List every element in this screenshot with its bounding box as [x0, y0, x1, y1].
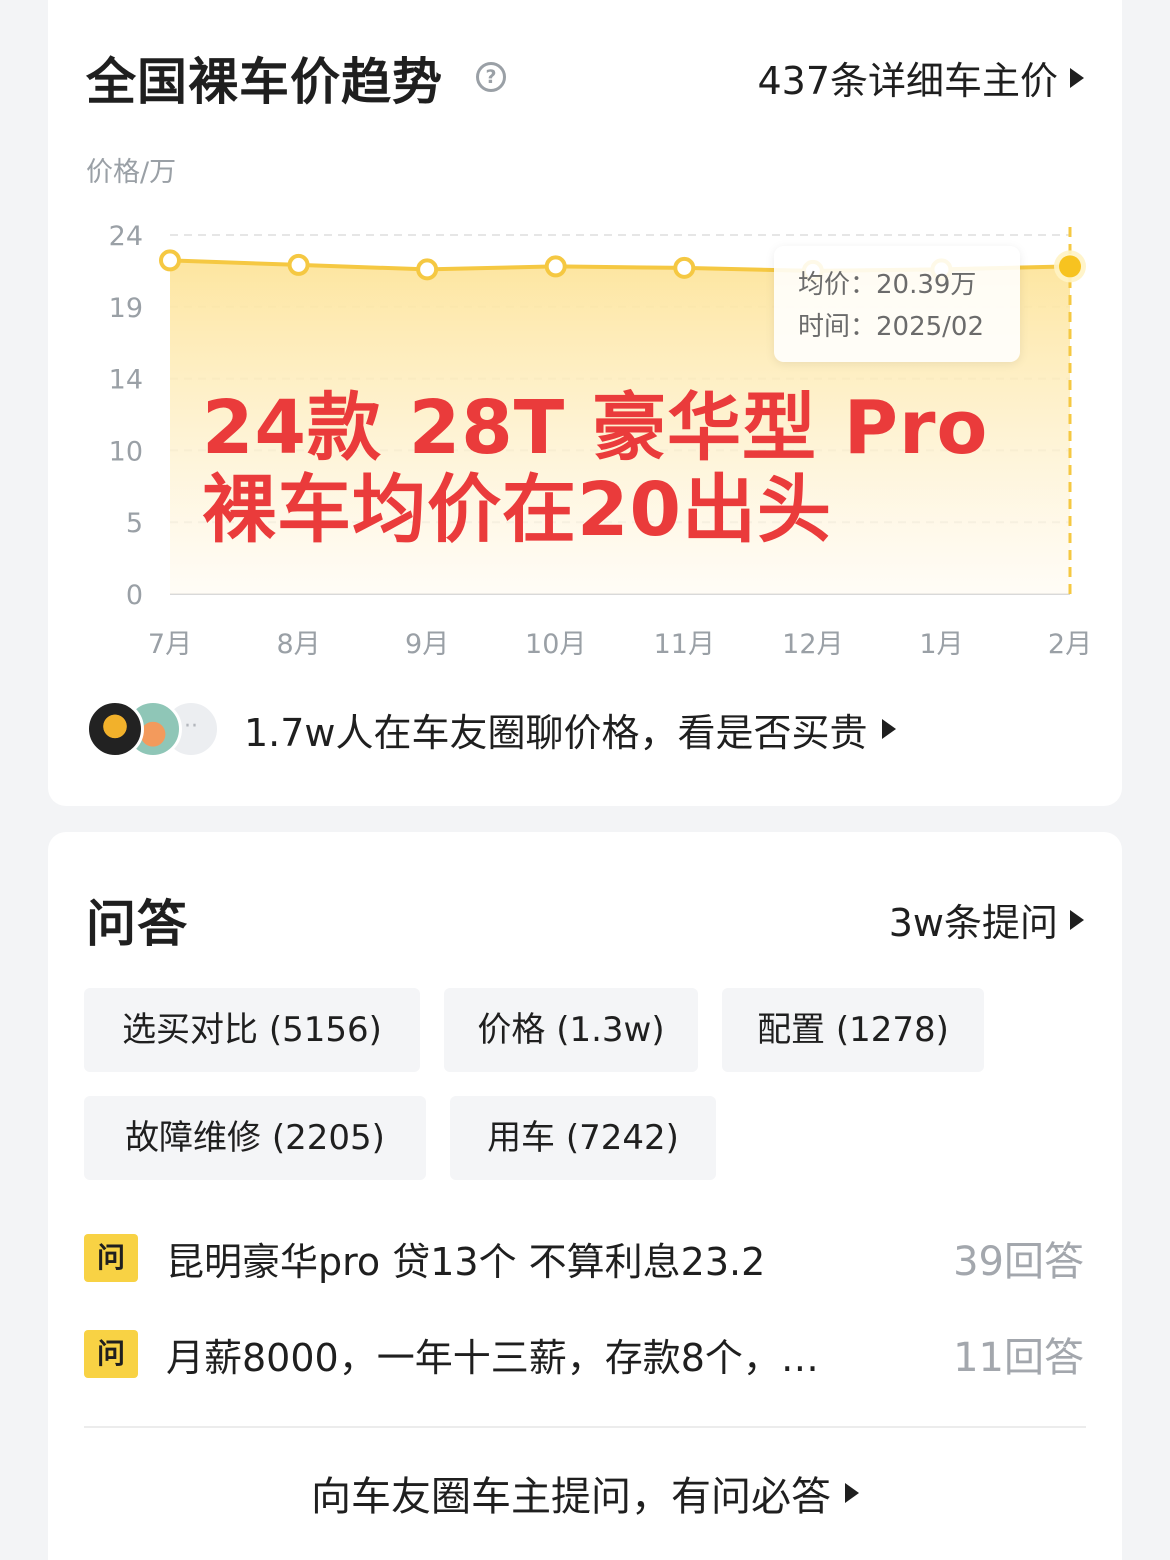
y-tick-label: 5: [126, 508, 143, 539]
triangle-right-icon: [845, 1483, 859, 1503]
data-point: [416, 258, 439, 281]
x-tick-label: 8月: [276, 629, 320, 660]
tag-price[interactable]: 价格 (1.3w): [444, 988, 698, 1072]
x-tick-label: 9月: [405, 629, 449, 660]
x-tick-label: 1月: [919, 629, 963, 660]
data-point: [287, 253, 310, 276]
answer-count: 11回答: [953, 1335, 1084, 1381]
question-badge: 问: [84, 1234, 138, 1282]
answer-count: 39回答: [953, 1239, 1084, 1285]
data-point: [673, 256, 696, 279]
data-point: [159, 249, 181, 272]
triangle-right-icon: [1070, 909, 1084, 930]
question-badge: 问: [84, 1330, 138, 1378]
question-row[interactable]: 问 昆明豪华pro 贷13个 不算利息23.2 39回答: [84, 1228, 1084, 1288]
x-tick-label: 7月: [148, 629, 192, 660]
qa-card: 问答 3w条提问 选买对比 (5156) 价格 (1.3w) 配置 (1278)…: [48, 832, 1122, 1560]
tag-repair[interactable]: 故障维修 (2205): [84, 1096, 426, 1180]
tag-config[interactable]: 配置 (1278): [722, 988, 984, 1072]
y-tick-label: 10: [109, 436, 143, 467]
question-text: 昆明豪华pro 贷13个 不算利息23.2: [166, 1239, 766, 1284]
divider: [84, 1426, 1086, 1428]
question-text: 月薪8000，一年十三薪，存款8个，…: [166, 1335, 819, 1380]
y-tick-label: 24: [109, 221, 143, 252]
tooltip-price: 均价：20.39万: [798, 270, 977, 300]
x-tick-label: 10月: [525, 629, 586, 660]
y-tick-label: 0: [126, 580, 143, 611]
ask-question-link[interactable]: 向车友圈车主提问，有问必答: [48, 1464, 1122, 1522]
triangle-right-icon: [881, 719, 896, 739]
y-tick-label: 14: [109, 365, 143, 396]
selected-data-point: [1059, 255, 1081, 278]
x-tick-label: 12月: [782, 629, 843, 660]
ask-question-label: 向车友圈车主提问，有问必答: [311, 1474, 831, 1520]
overlay-text-line2: 裸车均价在20出头: [202, 467, 832, 553]
chart-tooltip: 均价：20.39万 时间：2025/02: [774, 246, 1020, 362]
all-questions-label: 3w条提问: [888, 901, 1058, 945]
tag-compare[interactable]: 选买对比 (5156): [84, 988, 420, 1072]
all-questions-link[interactable]: 3w条提问: [889, 892, 1084, 947]
tooltip-time: 时间：2025/02: [798, 312, 985, 342]
question-row[interactable]: 问 月薪8000，一年十三薪，存款8个，… 11回答: [84, 1324, 1084, 1384]
qa-title: 问答: [86, 895, 188, 953]
y-tick-label: 19: [109, 293, 143, 324]
price-trend-card: 全国裸车价趋势 ? 437条详细车主价 价格/万 24 19 14 10 5 0 7月 8月 9…: [48, 0, 1122, 806]
chat-price-label: 1.7w人在车友圈聊价格，看是否买贵: [244, 710, 868, 755]
data-point: [544, 255, 567, 278]
tag-usage[interactable]: 用车 (7242): [450, 1096, 716, 1180]
x-tick-label: 2月: [1048, 629, 1092, 660]
chat-price-row[interactable]: ·· 1.7w人在车友圈聊价格，看是否买贵: [86, 700, 896, 758]
avatar: [86, 700, 144, 758]
x-tick-label: 11月: [654, 629, 715, 660]
